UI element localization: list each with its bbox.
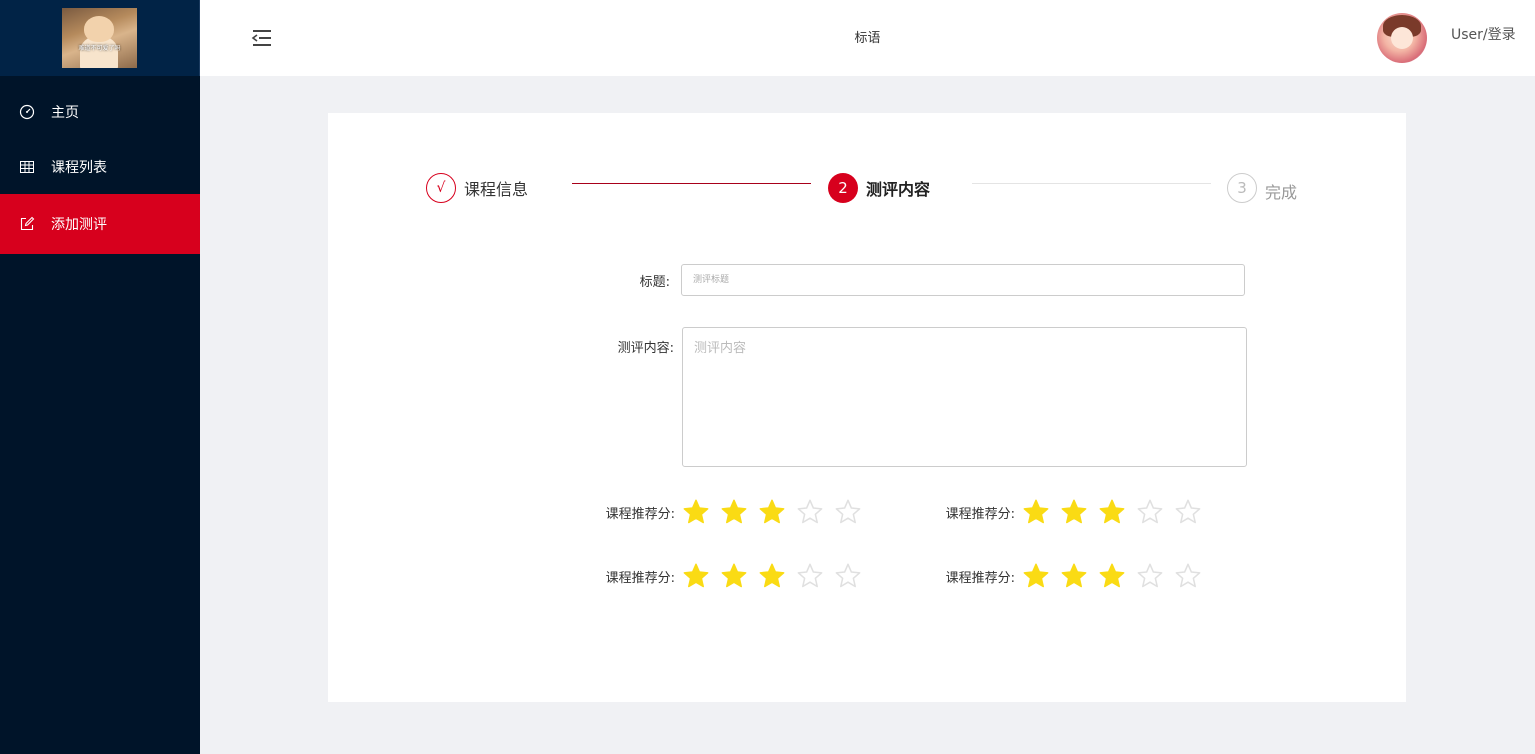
star-filled-icon[interactable] bbox=[1055, 497, 1093, 527]
sidebar-item-label: 课程列表 bbox=[51, 159, 107, 176]
edit-icon bbox=[19, 216, 35, 232]
star-rating[interactable] bbox=[677, 497, 867, 527]
step-connector bbox=[972, 183, 1211, 184]
header-slogan: 标语 bbox=[854, 31, 881, 46]
step-check-icon: √ bbox=[426, 173, 456, 203]
star-rating[interactable] bbox=[1017, 497, 1207, 527]
star-filled-icon[interactable] bbox=[1093, 561, 1131, 591]
logo-image[interactable]: 难道不可爱了吗 bbox=[62, 8, 137, 68]
content-textarea[interactable] bbox=[682, 327, 1247, 467]
rating-row: 课程推荐分: bbox=[588, 561, 867, 591]
rating-label: 课程推荐分: bbox=[945, 506, 1015, 522]
dashboard-icon bbox=[19, 104, 35, 120]
star-empty-icon[interactable] bbox=[1131, 497, 1169, 527]
sidebar-item-add-review[interactable]: 添加测评 bbox=[0, 194, 200, 254]
step-connector bbox=[572, 183, 811, 184]
sidebar-item-label: 主页 bbox=[51, 104, 79, 121]
star-filled-icon[interactable] bbox=[1093, 497, 1131, 527]
sidebar-item-label: 添加测评 bbox=[51, 217, 107, 233]
title-label: 标题: bbox=[639, 275, 670, 290]
rating-row: 课程推荐分: bbox=[928, 561, 1207, 591]
sidebar: 难道不可爱了吗 主页 课程列表 添加测评 bbox=[0, 0, 200, 754]
star-filled-icon[interactable] bbox=[677, 497, 715, 527]
step-number: 3 bbox=[1227, 173, 1257, 203]
cat-face bbox=[84, 16, 114, 42]
star-filled-icon[interactable] bbox=[715, 497, 753, 527]
rating-row: 课程推荐分: bbox=[928, 497, 1207, 527]
step-label: 课程信息 bbox=[464, 180, 529, 199]
star-empty-icon[interactable] bbox=[829, 561, 867, 591]
star-empty-icon[interactable] bbox=[791, 561, 829, 591]
star-filled-icon[interactable] bbox=[677, 561, 715, 591]
star-rating[interactable] bbox=[677, 561, 867, 591]
step-review-content: 2 测评内容 bbox=[828, 173, 930, 203]
star-empty-icon[interactable] bbox=[829, 497, 867, 527]
rating-label: 课程推荐分: bbox=[605, 506, 675, 522]
sidebar-item-course-list[interactable]: 课程列表 bbox=[0, 139, 200, 194]
logo-caption: 难道不可爱了吗 bbox=[78, 45, 121, 52]
rating-row: 课程推荐分: bbox=[588, 497, 867, 527]
step-course-info: √ 课程信息 bbox=[426, 173, 528, 203]
star-empty-icon[interactable] bbox=[1169, 561, 1207, 591]
star-rating[interactable] bbox=[1017, 561, 1207, 591]
step-label: 完成 bbox=[1265, 183, 1298, 202]
star-empty-icon[interactable] bbox=[1169, 497, 1207, 527]
rating-label: 课程推荐分: bbox=[605, 570, 675, 586]
star-empty-icon[interactable] bbox=[1131, 561, 1169, 591]
content-label: 测评内容: bbox=[617, 341, 674, 356]
star-filled-icon[interactable] bbox=[1017, 561, 1055, 591]
star-filled-icon[interactable] bbox=[715, 561, 753, 591]
table-icon bbox=[19, 159, 35, 175]
review-form-card: √ 课程信息 2 测评内容 3 完成 标题: 测评内容: 课程推荐分: 课程推荐… bbox=[328, 113, 1406, 702]
top-header: 标语 User/登录 bbox=[200, 0, 1535, 76]
star-filled-icon[interactable] bbox=[1055, 561, 1093, 591]
title-input[interactable] bbox=[681, 264, 1245, 296]
rating-label: 课程推荐分: bbox=[945, 570, 1015, 586]
logo-area: 难道不可爱了吗 bbox=[0, 0, 200, 76]
step-number: 2 bbox=[828, 173, 858, 203]
star-filled-icon[interactable] bbox=[753, 561, 791, 591]
sidebar-item-home[interactable]: 主页 bbox=[0, 84, 200, 139]
user-login-link[interactable]: User/登录 bbox=[1451, 24, 1516, 44]
star-filled-icon[interactable] bbox=[1017, 497, 1055, 527]
step-finish: 3 完成 bbox=[1227, 173, 1297, 203]
step-label: 测评内容 bbox=[866, 180, 931, 199]
avatar-face bbox=[1391, 27, 1413, 49]
star-filled-icon[interactable] bbox=[753, 497, 791, 527]
star-empty-icon[interactable] bbox=[791, 497, 829, 527]
avatar[interactable] bbox=[1377, 13, 1427, 63]
